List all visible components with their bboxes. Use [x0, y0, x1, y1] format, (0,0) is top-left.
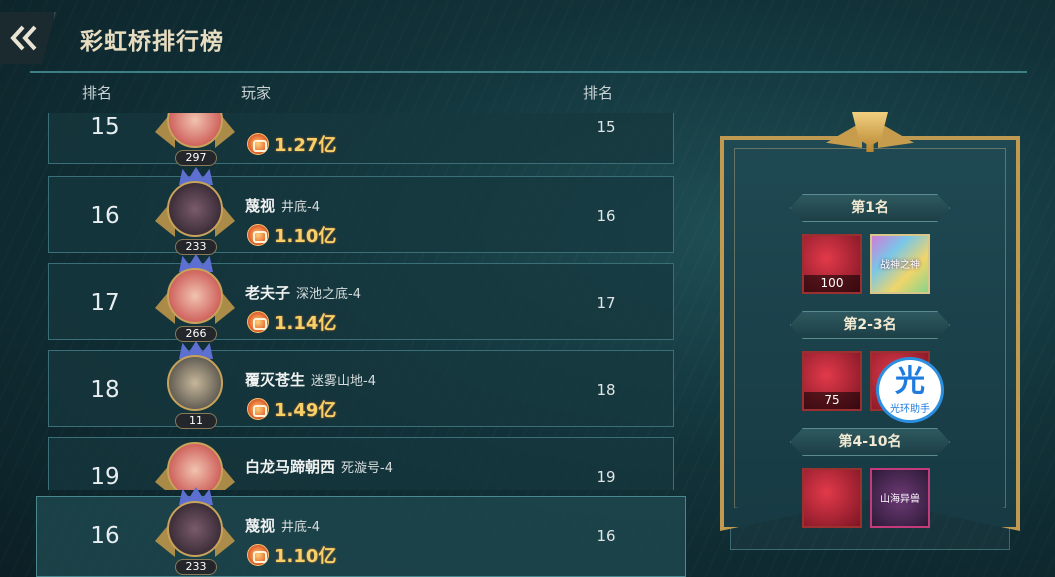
score-value: 19	[596, 468, 616, 486]
level-badge: 233	[175, 239, 217, 255]
reward-item[interactable]: 100	[802, 234, 862, 294]
avatar: 11	[155, 341, 235, 433]
score-value: 15	[596, 118, 616, 136]
player-name: 蔑视 井底-4	[245, 517, 320, 535]
reward-banner: 第1名 100 战神之神 第2-3名 75 第4-10名 山海异兽	[710, 112, 1030, 566]
score-value: 16	[596, 207, 616, 225]
power-display: 1.49亿	[247, 397, 336, 421]
item-label: 山海异兽	[880, 494, 920, 505]
power-fist-icon	[247, 224, 269, 246]
rank-number: 19	[90, 464, 120, 490]
my-rank-bar[interactable]: 16 233 蔑视 井底-4 1.10亿 16	[36, 487, 686, 577]
watermark-text: 光环助手	[890, 404, 930, 415]
player-name: 覆灭苍生 迷雾山地-4	[245, 371, 376, 389]
page-title: 彩虹桥排行榜	[80, 29, 224, 55]
rank-number: 15	[90, 114, 120, 140]
column-header-rank: 排名	[82, 84, 113, 102]
server-name: 井底-4	[281, 520, 320, 535]
watermark-badge: 光 光环助手	[876, 357, 944, 423]
ranking-row[interactable]: 19 白龙马蹄朝西 死漩号-4 19	[48, 437, 674, 490]
item-label: 战神之神	[880, 260, 920, 271]
power-value: 1.49亿	[274, 400, 337, 421]
server-name: 死漩号-4	[341, 461, 393, 476]
tier-label: 第4-10名	[790, 428, 950, 456]
column-header-player: 玩家	[241, 84, 272, 102]
server-name: 深池之底-4	[296, 287, 361, 302]
rank-number: 16	[90, 203, 120, 229]
item-count: 100	[804, 275, 860, 292]
power-value: 1.10亿	[274, 226, 337, 247]
avatar: 233	[155, 487, 235, 577]
player-name: 白龙马蹄朝西 死漩号-4	[245, 458, 393, 476]
level-badge: 297	[175, 150, 217, 166]
avatar: 233	[155, 167, 235, 259]
server-name: 井底-4	[281, 200, 320, 215]
power-display: 1.14亿	[247, 310, 336, 334]
reward-tier: 第4-10名 山海异兽	[730, 428, 1010, 550]
rank-number: 17	[90, 290, 120, 316]
rank-number: 18	[90, 377, 120, 403]
avatar: 297	[155, 113, 235, 170]
power-value: 1.14亿	[274, 313, 337, 334]
avatar	[155, 432, 235, 490]
ranking-row[interactable]: 18 11 覆灭苍生 迷雾山地-4 1.49亿 18	[48, 341, 674, 429]
ranking-row[interactable]: 17 266 老夫子 深池之底-4 1.14亿 17	[48, 254, 674, 342]
avatar: 266	[155, 254, 235, 346]
power-fist-icon	[247, 133, 269, 155]
player-name: 老夫子 深池之底-4	[245, 284, 361, 302]
score-value: 18	[596, 381, 616, 399]
power-display: 1.27亿	[247, 132, 336, 156]
player-name: 蔑视 井底-4	[245, 197, 320, 215]
rank-number: 16	[90, 523, 120, 549]
trophy-icon	[826, 104, 914, 174]
power-display: 1.10亿	[247, 223, 336, 247]
power-display: 1.10亿	[247, 543, 336, 567]
item-count: 75	[804, 392, 860, 409]
column-header-score: 排名	[583, 84, 614, 102]
header-divider	[30, 71, 1027, 73]
power-fist-icon	[247, 544, 269, 566]
level-badge: 11	[175, 413, 217, 429]
ranking-row[interactable]: 16 233 蔑视 井底-4 1.10亿 16	[48, 167, 674, 255]
ranking-list[interactable]: 15 297 1.27亿 15 16 233 蔑视 井底-4 1.10亿 16 1…	[0, 113, 690, 490]
reward-tier: 第1名 100 战神之神	[730, 194, 1010, 316]
power-value: 1.27亿	[274, 135, 337, 156]
score-value: 17	[596, 294, 616, 312]
tier-label: 第1名	[790, 194, 950, 222]
level-badge: 233	[175, 559, 217, 575]
ranking-row[interactable]: 15 297 1.27亿 15	[48, 113, 674, 166]
tier-label: 第2-3名	[790, 311, 950, 339]
server-name: 迷雾山地-4	[311, 374, 376, 389]
reward-item[interactable]	[802, 468, 862, 528]
reward-item[interactable]: 75	[802, 351, 862, 411]
score-value: 16	[596, 527, 616, 545]
reward-item[interactable]: 山海异兽	[870, 468, 930, 528]
level-badge: 266	[175, 326, 217, 342]
watermark-char: 光	[895, 364, 925, 399]
reward-item[interactable]: 战神之神	[870, 234, 930, 294]
back-arrow-icon	[10, 25, 37, 51]
power-value: 1.10亿	[274, 546, 337, 567]
power-fist-icon	[247, 398, 269, 420]
power-fist-icon	[247, 311, 269, 333]
